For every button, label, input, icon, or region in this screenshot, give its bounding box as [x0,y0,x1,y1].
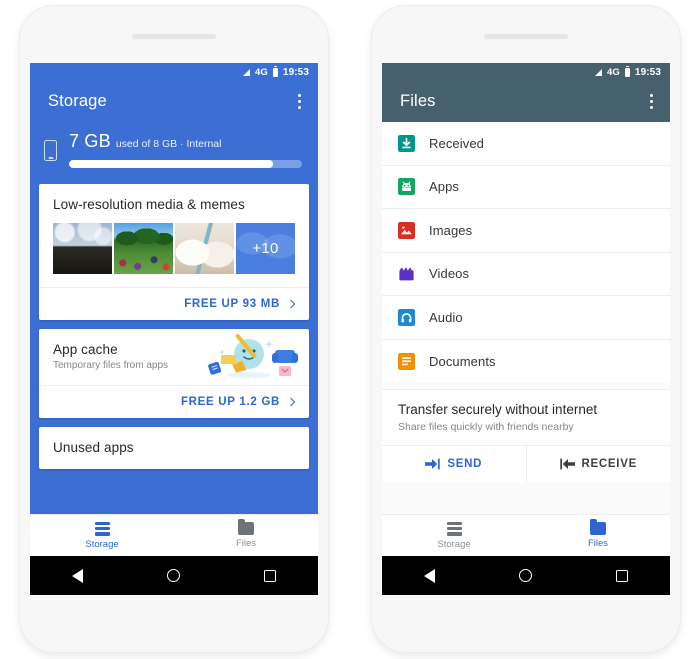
battery-icon [272,65,278,77]
phone-device-storage: 4G 19:53 Storage 7 GB used of 8 GB · Int… [20,6,328,652]
clock-label: 19:53 [282,66,309,78]
file-category-documents[interactable]: Documents [382,340,670,384]
page-title: Files [400,92,436,110]
folder-icon [238,519,254,535]
status-bar-right: 4G 19:53 [382,63,670,81]
chevron-right-icon [286,397,296,407]
clapperboard-icon [399,267,414,281]
folder-icon [590,519,606,535]
phone-icon [44,140,57,161]
transfer-title: Transfer securely without internet [398,402,598,417]
back-triangle-icon[interactable] [424,568,435,583]
app-bar-files: Files [382,81,670,122]
file-category-audio[interactable]: Audio [382,296,670,340]
thumbnail-strip: +10 [39,212,309,287]
transfer-subtitle: Share files quickly with friends nearby [398,421,574,433]
kebab-menu-icon[interactable] [647,90,656,112]
kebab-menu-icon[interactable] [295,90,304,112]
storage-progress-bar [69,160,302,168]
transfer-actions: SEND RECEIVE [382,445,670,482]
storage-progress-fill [69,160,273,168]
signal-triangle-icon [243,68,251,76]
card-unused-apps[interactable]: Unused apps [39,427,309,469]
file-category-apps[interactable]: Apps [382,166,670,209]
screenshot-stage: 4G 19:53 Storage 7 GB used of 8 GB · Int… [0,0,700,659]
storage-used-detail: used of 8 GB · Internal [115,138,222,150]
file-category-label: Audio [429,309,463,325]
home-circle-icon[interactable] [519,569,532,582]
free-up-cache-label: FREE UP 1.2 GB [180,396,280,408]
battery-icon [624,65,630,77]
clock-label: 19:53 [634,66,661,78]
android-navigation-bar-left [30,556,318,595]
free-up-media-button[interactable]: FREE UP 93 MB [39,287,309,320]
home-circle-icon[interactable] [167,569,180,582]
download-box-icon [398,134,415,152]
bottom-nav-left: Storage Files [30,514,318,556]
storage-list-icon [446,521,462,536]
android-navigation-bar-right [382,556,670,595]
nav-label: Files [235,538,257,549]
card-app-cache[interactable]: App cache Temporary files from apps FREE… [39,329,309,418]
file-category-label: Apps [429,179,460,195]
storage-used-amount: 7 GB [69,131,111,151]
chevron-right-icon [286,299,296,309]
thumbnail-sleeping-cats-photo[interactable] [175,223,234,274]
screen-storage: 4G 19:53 Storage 7 GB used of 8 GB · Int… [30,63,318,575]
receive-label: RECEIVE [581,458,637,470]
file-category-label: Videos [429,266,470,282]
card-low-resolution-media[interactable]: Low-resolution media & memes +10 FREE UP… [39,184,309,320]
thumbnail-beach-photo[interactable] [53,223,112,274]
nav-item-storage[interactable]: Storage [382,521,526,550]
nav-item-files[interactable]: Files [526,519,670,549]
document-lines-icon [398,352,415,370]
signal-triangle-icon [595,68,603,76]
send-button[interactable]: SEND [382,446,526,482]
recents-square-icon[interactable] [264,569,276,582]
free-up-cache-button[interactable]: FREE UP 1.2 GB [39,385,309,418]
send-label: SEND [447,458,483,470]
arrow-left-from-bar-icon [559,458,575,470]
phone-device-files: 4G 19:53 Files Received Apps Images Vide… [372,6,680,652]
thumbnail-park-crowd-photo[interactable] [114,223,173,274]
storage-card-list: Low-resolution media & memes +10 FREE UP… [30,184,318,469]
network-label: 4G [255,66,268,78]
file-category-videos[interactable]: Videos [382,253,670,296]
file-category-received[interactable]: Received [382,122,670,166]
nav-item-files[interactable]: Files [174,519,318,549]
bottom-nav-right: Storage Files [382,514,670,556]
file-category-label: Received [429,135,484,151]
earpiece-speaker [484,34,568,39]
recents-square-icon[interactable] [616,569,628,582]
network-label: 4G [607,66,620,78]
nav-label: Storage [85,538,119,550]
file-category-label: Documents [429,353,496,369]
app-bar-storage: Storage [30,81,318,122]
nav-label: Storage [437,538,471,550]
earpiece-speaker [132,34,216,39]
nav-item-storage[interactable]: Storage [30,521,174,550]
thumbnail-more-overlay[interactable]: +10 [236,223,295,274]
transfer-section: Transfer securely without internet Share… [382,389,670,482]
receive-button[interactable]: RECEIVE [525,446,671,482]
image-icon [398,221,415,239]
android-robot-icon [398,178,415,196]
more-count-label: +10 [252,240,279,257]
cleaning-broom-illustration [208,334,298,378]
file-category-images[interactable]: Images [382,209,670,253]
storage-usage-summary: 7 GB used of 8 GB · Internal [30,122,318,184]
card-title: Low-resolution media & memes [53,197,245,212]
nav-label: Files [587,538,609,549]
file-category-list: Received Apps Images Videos Audio Docume… [382,122,670,383]
card-title: Unused apps [53,440,134,455]
arrow-right-to-bar-icon [425,458,441,470]
screen-files: 4G 19:53 Files Received Apps Images Vide… [382,63,670,575]
file-category-label: Images [429,222,473,238]
headphones-icon [398,308,415,326]
back-triangle-icon[interactable] [72,568,83,583]
status-bar-left: 4G 19:53 [30,63,318,81]
page-title: Storage [48,92,107,110]
storage-list-icon [94,521,110,536]
free-up-media-label: FREE UP 93 MB [184,298,280,310]
